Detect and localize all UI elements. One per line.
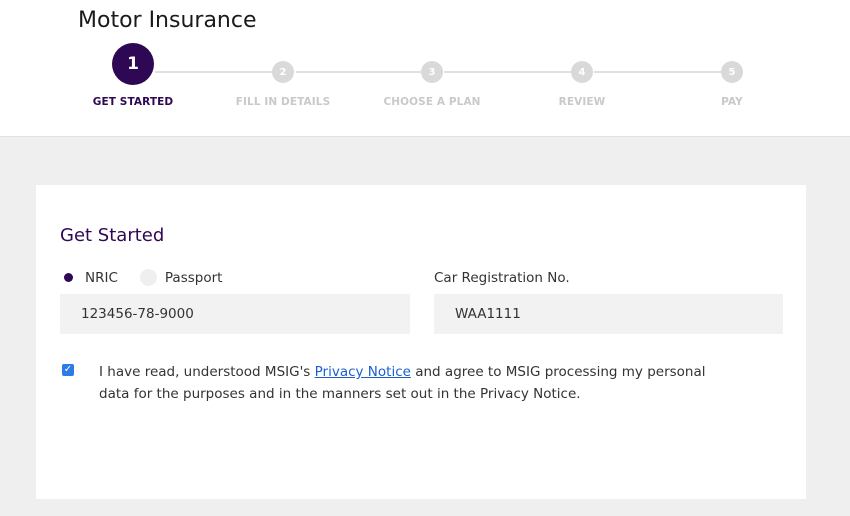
radio-label: NRIC [85, 269, 118, 286]
step-number-badge: 2 [272, 61, 294, 83]
radio-button[interactable] [60, 269, 77, 286]
step-number-badge: 5 [721, 61, 743, 83]
radio-nric[interactable]: NRIC [60, 269, 118, 286]
step-number-badge: 3 [421, 61, 443, 83]
stepper-connector [444, 71, 571, 73]
privacy-notice-link[interactable]: Privacy Notice [315, 364, 411, 380]
consent-text-before: I have read, understood MSIG's [99, 364, 315, 380]
radio-button[interactable] [139, 269, 157, 286]
stepper-connector [155, 71, 272, 73]
car-registration-input[interactable] [434, 294, 783, 334]
page-title: Motor Insurance [78, 8, 257, 33]
consent-checkbox[interactable]: ✓ [62, 364, 74, 376]
id-type-radio-group: NRIC Passport [60, 269, 244, 286]
step-label: PAY [721, 96, 743, 108]
page-header: Motor Insurance 1 GET STARTED 2 FILL IN … [0, 0, 850, 137]
section-title: Get Started [60, 225, 165, 246]
step-label: GET STARTED [92, 96, 174, 108]
step-number-badge: 4 [571, 61, 593, 83]
step-label: FILL IN DETAILS [235, 96, 331, 108]
consent-text: I have read, understood MSIG's Privacy N… [99, 361, 739, 405]
step-label: CHOOSE A PLAN [383, 96, 481, 108]
radio-label: Passport [164, 269, 223, 286]
stepper-connector [594, 71, 721, 73]
nric-input[interactable] [60, 294, 410, 334]
get-started-card: Get Started NRIC Passport Car Registrati… [36, 185, 806, 499]
car-registration-label: Car Registration No. [434, 270, 570, 286]
radio-passport[interactable]: Passport [139, 269, 223, 286]
checkmark-icon: ✓ [63, 364, 73, 375]
stepper-connector [296, 71, 421, 73]
step-number-badge: 1 [112, 43, 154, 85]
step-label: REVIEW [558, 96, 606, 108]
